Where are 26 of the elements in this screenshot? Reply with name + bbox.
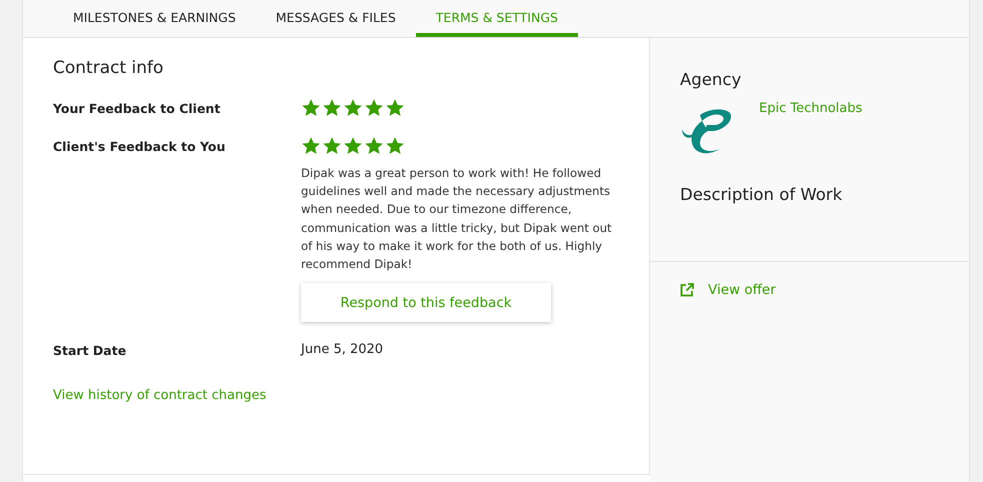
view-offer-link[interactable]: View offer (708, 282, 776, 298)
field-label: Your Feedback to Client (53, 100, 222, 118)
history-link[interactable]: View history of contract changes (53, 388, 266, 404)
field-label: Start Date (53, 342, 128, 358)
star-icon (301, 136, 321, 156)
tab[interactable]: TERMS & SETTINGS (416, 0, 578, 37)
star-icon (364, 136, 384, 156)
section-title: Contract info (53, 58, 164, 78)
star-icon (322, 98, 342, 118)
star-icon (343, 98, 363, 118)
star-icon (322, 136, 342, 156)
agency-link[interactable]: Epic Technolabs (759, 101, 862, 157)
tab[interactable]: MILESTONES & EARNINGS (53, 0, 256, 37)
star-icon (343, 136, 363, 156)
start-date: June 5, 2020 (301, 341, 384, 358)
respond-button[interactable]: Respond to this feedback (301, 283, 551, 322)
star-icon (364, 98, 384, 118)
agency-heading: Agency (680, 70, 742, 89)
star-icon (301, 98, 321, 118)
external-link-icon (680, 283, 694, 297)
star-icon (385, 136, 405, 156)
star-icon (385, 98, 405, 118)
tab[interactable]: MESSAGES & FILES (256, 0, 416, 37)
description-heading: Description of Work (680, 185, 844, 204)
field-label: Client's Feedback to You (53, 138, 226, 156)
feedback-comment: Dipak was a great person to work with! He followed guidelines well and made the necessary adjustments when needed. Due to our timezone difference, communication was a little tricky, but Dipak went out of his way to make it work for the both of us. Highly recommend Dipak! (301, 165, 613, 274)
